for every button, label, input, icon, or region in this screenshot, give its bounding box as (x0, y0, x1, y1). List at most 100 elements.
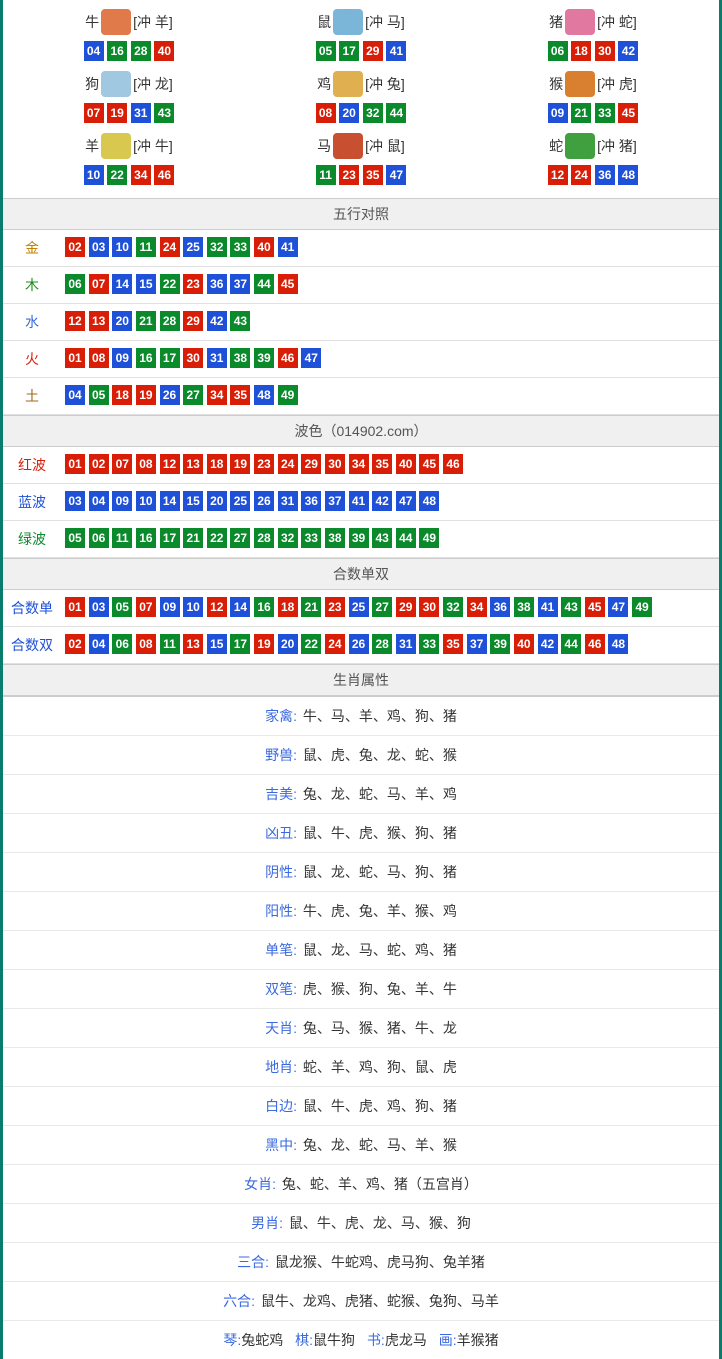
zodiac-cell: 猪[冲 蛇]06 18 30 42 (477, 4, 709, 66)
zodiac-icon (333, 71, 363, 97)
number-ball: 03 (89, 237, 109, 257)
number-ball: 10 (84, 165, 104, 185)
zodiac-conflict: [冲 龙] (133, 70, 173, 98)
kv-row: 木06 07 14 15 22 23 36 37 44 45 (3, 267, 719, 304)
attribute-value: 牛、马、羊、鸡、狗、猪 (299, 708, 457, 724)
number-ball: 45 (278, 274, 298, 294)
number-ball: 14 (160, 491, 180, 511)
attribute-row: 吉美: 兔、龙、蛇、马、羊、鸡 (3, 775, 719, 814)
zodiac-conflict: [冲 马] (365, 8, 405, 36)
four-arts-item: 棋:鼠牛狗 (295, 1330, 355, 1350)
zodiac-title: 牛[冲 羊] (13, 8, 245, 36)
kv-value: 06 07 14 15 22 23 36 37 44 45 (61, 267, 719, 304)
four-arts-value: 虎龙马 (385, 1332, 427, 1348)
kv-label: 绿波 (3, 521, 61, 558)
number-ball: 35 (230, 385, 250, 405)
number-ball: 26 (160, 385, 180, 405)
number-ball: 42 (538, 634, 558, 654)
four-arts-item: 书:虎龙马 (367, 1330, 427, 1350)
zodiac-balls: 07 19 31 43 (13, 102, 245, 124)
number-ball: 14 (112, 274, 132, 294)
attribute-row: 白边: 鼠、牛、虎、鸡、狗、猪 (3, 1087, 719, 1126)
number-ball: 24 (571, 165, 591, 185)
attributes-header: 生肖属性 (3, 664, 719, 696)
number-ball: 22 (107, 165, 127, 185)
number-ball: 47 (301, 348, 321, 368)
number-ball: 33 (419, 634, 439, 654)
zodiac-conflict: [冲 牛] (133, 132, 173, 160)
number-ball: 41 (278, 237, 298, 257)
number-ball: 28 (254, 528, 274, 548)
number-ball: 35 (363, 165, 383, 185)
kv-row: 金02 03 10 11 24 25 32 33 40 41 (3, 230, 719, 267)
attribute-row: 男肖: 鼠、牛、虎、龙、马、猴、狗 (3, 1204, 719, 1243)
number-ball: 37 (467, 634, 487, 654)
number-ball: 25 (183, 237, 203, 257)
number-ball: 41 (349, 491, 369, 511)
number-ball: 17 (160, 528, 180, 548)
number-ball: 49 (419, 528, 439, 548)
number-ball: 17 (339, 41, 359, 61)
kv-row: 合数双02 04 06 08 11 13 15 17 19 20 22 24 2… (3, 627, 719, 664)
zodiac-cell: 鸡[冲 兔]08 20 32 44 (245, 66, 477, 128)
number-ball: 16 (136, 528, 156, 548)
attribute-value: 兔、龙、蛇、马、羊、鸡 (299, 786, 457, 802)
number-ball: 25 (349, 597, 369, 617)
kv-label: 火 (3, 341, 61, 378)
number-ball: 16 (107, 41, 127, 61)
main-container: 牛[冲 羊]04 16 28 40鼠[冲 马]05 17 29 41猪[冲 蛇]… (0, 0, 722, 1359)
attribute-label: 六合: (223, 1293, 255, 1309)
number-ball: 38 (514, 597, 534, 617)
zodiac-conflict: [冲 猪] (597, 132, 637, 160)
kv-value: 02 03 10 11 24 25 32 33 40 41 (61, 230, 719, 267)
number-ball: 21 (183, 528, 203, 548)
attribute-value: 兔、蛇、羊、鸡、猪（五宫肖） (278, 1176, 478, 1192)
attribute-label: 吉美: (265, 786, 297, 802)
zodiac-conflict: [冲 鼠] (365, 132, 405, 160)
zodiac-icon (101, 71, 131, 97)
number-ball: 25 (230, 491, 250, 511)
attribute-label: 单笔: (265, 942, 297, 958)
attribute-row: 家禽: 牛、马、羊、鸡、狗、猪 (3, 697, 719, 736)
attribute-label: 黑中: (265, 1137, 297, 1153)
number-ball: 20 (207, 491, 227, 511)
kv-value: 05 06 11 16 17 21 22 27 28 32 33 38 39 4… (61, 521, 719, 558)
attribute-row: 阳性: 牛、虎、兔、羊、猴、鸡 (3, 892, 719, 931)
number-ball: 36 (207, 274, 227, 294)
kv-value: 01 08 09 16 17 30 31 38 39 46 47 (61, 341, 719, 378)
number-ball: 21 (301, 597, 321, 617)
number-ball: 47 (396, 491, 416, 511)
number-ball: 07 (89, 274, 109, 294)
attribute-label: 天肖: (265, 1020, 297, 1036)
attribute-label: 女肖: (244, 1176, 276, 1192)
number-ball: 06 (548, 41, 568, 61)
bose-table: 红波01 02 07 08 12 13 18 19 23 24 29 30 34… (3, 447, 719, 558)
number-ball: 31 (396, 634, 416, 654)
number-ball: 46 (585, 634, 605, 654)
attribute-row: 单笔: 鼠、龙、马、蛇、鸡、猪 (3, 931, 719, 970)
number-ball: 27 (230, 528, 250, 548)
number-ball: 13 (183, 454, 203, 474)
zodiac-balls: 12 24 36 48 (477, 164, 709, 186)
number-ball: 06 (112, 634, 132, 654)
zodiac-cell: 牛[冲 羊] 04 16 28 40 (13, 4, 245, 66)
number-ball: 23 (325, 597, 345, 617)
zodiac-name: 鼠 (317, 8, 331, 36)
number-ball: 36 (490, 597, 510, 617)
number-ball: 48 (618, 165, 638, 185)
number-ball: 04 (89, 634, 109, 654)
zodiac-balls: 04 16 28 40 (13, 40, 245, 62)
attribute-value: 鼠、牛、虎、鸡、狗、猪 (299, 1098, 457, 1114)
attribute-row: 六合: 鼠牛、龙鸡、虎猪、蛇猴、兔狗、马羊 (3, 1282, 719, 1321)
number-ball: 32 (278, 528, 298, 548)
zodiac-balls: 10 22 34 46 (13, 164, 245, 186)
zodiac-conflict: [冲 蛇] (597, 8, 637, 36)
number-ball: 45 (419, 454, 439, 474)
zodiac-icon (565, 9, 595, 35)
number-ball: 28 (372, 634, 392, 654)
number-ball: 02 (89, 454, 109, 474)
zodiac-icon (565, 133, 595, 159)
number-ball: 02 (65, 237, 85, 257)
number-ball: 45 (585, 597, 605, 617)
number-ball: 07 (112, 454, 132, 474)
